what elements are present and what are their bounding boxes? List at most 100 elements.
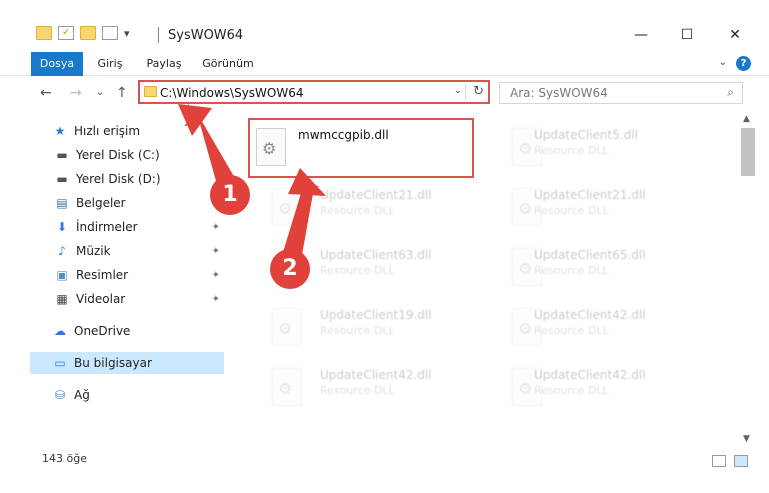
pin-icon[interactable]: ✦ [212,270,220,281]
file-name: UpdateClient5.dll [534,128,638,142]
sidebar-item-label: Videolar [76,292,126,306]
forward-button[interactable]: → [70,85,82,101]
dll-file-icon [272,368,302,406]
tab-home[interactable]: Giriş [88,52,132,76]
tab-share[interactable]: Paylaş [140,52,188,76]
dll-file-icon [272,188,302,226]
sidebar-item-label: OneDrive [74,324,131,338]
tab-file[interactable]: Dosya [31,52,83,76]
up-button[interactable]: ↑ [116,85,128,101]
navigation-pane: ★ Hızlı erişim ▬ Yerel Disk (C:) ▬ Yerel… [30,112,224,448]
status-bar: 143 öğe [30,448,760,470]
step-badge-1: 1 [210,175,250,215]
file-name: UpdateClient21.dll [320,188,432,202]
file-item[interactable]: UpdateClient21.dll Resource DLL [488,178,714,234]
dll-file-icon [272,308,302,346]
minimize-button[interactable]: — [618,20,664,50]
file-name: UpdateClient42.dll [534,308,646,322]
new-folder-icon[interactable] [80,26,96,40]
sidebar-item-pictures[interactable]: ▣ Resimler ✦ [30,264,224,286]
close-button[interactable]: ✕ [712,20,758,50]
large-icons-view-icon[interactable] [734,455,748,467]
sidebar-item-label: Ağ [74,388,90,402]
step-badge-2: 2 [270,249,310,289]
sidebar-item-videos[interactable]: ▦ Videolar ✦ [30,288,224,310]
sidebar-item-network[interactable]: ⛁ Ağ [30,384,224,406]
sidebar-item-documents[interactable]: ▤ Belgeler ✦ [30,192,224,214]
help-button[interactable]: ? [736,56,751,71]
recent-locations-button[interactable]: ⌄ [96,87,104,98]
download-icon: ⬇ [56,220,68,234]
file-name: UpdateClient21.dll [534,188,646,202]
title-bar: ✓ ▾ SysWOW64 — ☐ ✕ [0,0,769,52]
file-item[interactable]: UpdateClient21.dll Resource DLL [248,178,474,234]
pin-icon[interactable]: ✦ [212,294,220,305]
file-item-mwmccgpib[interactable]: mwmccgpib.dll [248,118,474,178]
file-type: Resource DLL [534,204,609,217]
sidebar-item-onedrive[interactable]: ☁ OneDrive [30,320,224,342]
drive-icon: ▬ [56,148,68,162]
sidebar-item-label: Hızlı erişim [74,124,141,138]
refresh-icon[interactable]: ↻ [473,84,484,99]
sidebar-item-music[interactable]: ♪ Müzik ✦ [30,240,224,262]
file-name: mwmccgpib.dll [298,128,389,142]
file-type: Resource DLL [534,144,609,157]
quick-access-toolbar: ✓ ▾ [36,26,130,40]
title-separator [158,27,159,43]
search-placeholder: Ara: SysWOW64 [510,86,608,100]
sidebar-item-local-disk-d[interactable]: ▬ Yerel Disk (D:) [30,168,224,190]
ribbon-expand-icon[interactable]: ⌄ [719,57,727,68]
scroll-thumb[interactable] [741,128,755,176]
file-item[interactable]: UpdateClient42.dll Resource DLL [488,298,714,354]
maximize-button[interactable]: ☐ [664,20,710,50]
address-path[interactable]: C:\Windows\SysWOW64 [160,86,304,100]
sidebar-item-this-pc[interactable]: ▭ Bu bilgisayar [30,352,224,374]
file-item[interactable]: UpdateClient19.dll Resource DLL [248,298,474,354]
file-name: UpdateClient65.dll [534,248,646,262]
details-view-icon[interactable] [712,455,726,467]
file-item[interactable]: UpdateClient42.dll Resource DLL [488,358,714,414]
file-item[interactable]: UpdateClient42.dll Resource DLL [248,358,474,414]
back-button[interactable]: ← [40,85,52,101]
address-dropdown-icon[interactable]: ⌄ [454,85,462,96]
sidebar-item-label: İndirmeler [76,220,138,234]
drive-icon: ▬ [56,172,68,186]
cloud-icon: ☁ [54,324,66,338]
sidebar-item-downloads[interactable]: ⬇ İndirmeler ✦ [30,216,224,238]
file-item[interactable]: UpdateClient5.dll Resource DLL [488,118,714,174]
vertical-scrollbar[interactable]: ▲ ▼ [740,112,757,448]
file-item[interactable]: UpdateClient65.dll Resource DLL [488,238,714,294]
file-type: Resource DLL [534,384,609,397]
properties-icon[interactable]: ✓ [58,26,74,40]
folder-icon[interactable] [36,26,52,40]
file-type: Resource DLL [320,264,395,277]
sidebar-item-quick-access[interactable]: ★ Hızlı erişim [30,120,224,142]
star-icon: ★ [54,124,66,138]
sidebar-item-label: Bu bilgisayar [74,356,152,370]
documents-icon: ▤ [56,196,68,210]
search-icon[interactable]: ⌕ [727,85,734,100]
address-bar[interactable]: C:\Windows\SysWOW64 ⌄ ↻ [138,80,490,104]
search-input[interactable]: Ara: SysWOW64 ⌕ [499,82,743,104]
pictures-icon: ▣ [56,268,68,282]
sidebar-item-label: Yerel Disk (D:) [76,172,161,186]
sidebar-item-label: Belgeler [76,196,126,210]
customize-toolbar-icon[interactable] [102,26,118,40]
pin-icon[interactable]: ✦ [212,222,220,233]
file-type: Resource DLL [534,264,609,277]
tab-view[interactable]: Görünüm [198,52,258,76]
network-icon: ⛁ [54,388,66,402]
dll-file-icon [256,128,286,166]
file-name: UpdateClient42.dll [320,368,432,382]
sidebar-item-local-disk-c[interactable]: ▬ Yerel Disk (C:) [30,144,224,166]
pin-icon[interactable]: ✦ [212,246,220,257]
file-name: UpdateClient63.dll [320,248,432,262]
scroll-down-icon[interactable]: ▼ [743,434,750,444]
file-type: Resource DLL [320,384,395,397]
sidebar-item-label: Yerel Disk (C:) [76,148,160,162]
file-name: UpdateClient19.dll [320,308,432,322]
quick-access-dropdown[interactable]: ▾ [124,27,130,40]
scroll-up-icon[interactable]: ▲ [743,114,750,124]
address-separator [465,84,466,100]
window-title: SysWOW64 [168,28,244,43]
